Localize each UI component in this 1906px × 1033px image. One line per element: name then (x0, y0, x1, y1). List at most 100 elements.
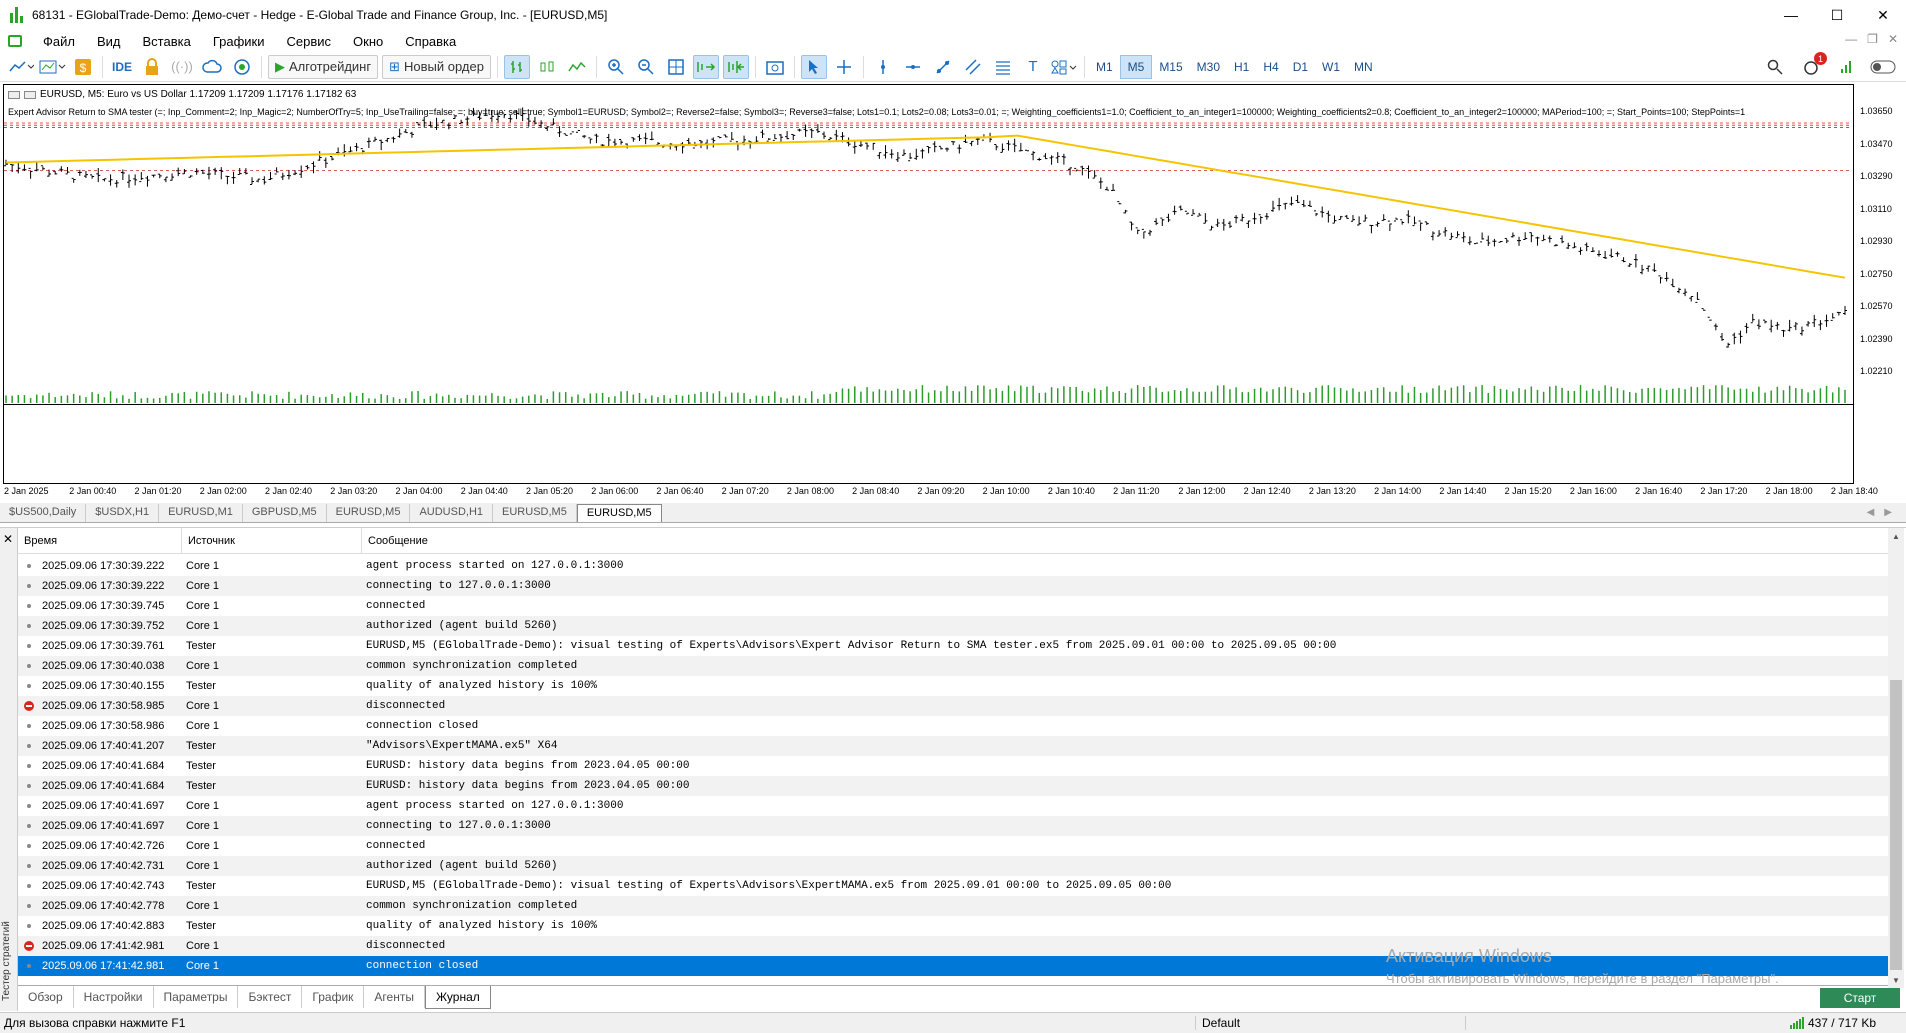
timeframe-h4[interactable]: H4 (1256, 55, 1285, 79)
chart-tab[interactable]: AUDUSD,H1 (410, 504, 494, 522)
vps-icon[interactable] (229, 55, 255, 79)
chart-menu-icon[interactable] (8, 90, 20, 99)
notifications-icon[interactable]: 1 (1798, 52, 1827, 79)
menu-window[interactable]: Окно (342, 34, 394, 49)
cloud-icon[interactable] (199, 55, 225, 79)
chart-window-icon[interactable] (8, 35, 22, 47)
chart-tab[interactable]: $US500,Daily (0, 504, 87, 522)
log-row[interactable]: 2025.09.06 17:30:39.222 Core 1 agent proce… (18, 556, 1888, 576)
scrollbar-thumb[interactable] (1890, 680, 1902, 970)
screenshot-icon[interactable] (762, 55, 788, 79)
zoom-in-icon[interactable] (603, 55, 629, 79)
tile-windows-icon[interactable] (663, 55, 689, 79)
maximize-button[interactable]: ☐ (1814, 0, 1860, 30)
timeframe-m15[interactable]: M15 (1152, 55, 1189, 79)
column-time[interactable]: Время (18, 528, 182, 553)
start-button[interactable]: Старт (1820, 988, 1900, 1008)
log-scrollbar[interactable]: ▲ ▼ (1888, 528, 1904, 988)
bar-chart-icon[interactable] (503, 54, 530, 79)
cursor-icon[interactable] (800, 54, 827, 79)
timeframe-m1[interactable]: M1 (1089, 55, 1120, 79)
chart-tab[interactable]: EURUSD,M1 (159, 504, 243, 522)
menu-charts[interactable]: Графики (202, 34, 276, 49)
ide-button[interactable]: IDE (109, 55, 135, 79)
crosshair-icon[interactable] (831, 55, 857, 79)
menu-insert[interactable]: Вставка (132, 34, 202, 49)
tab-scroll-left-icon[interactable]: ◀ (1867, 507, 1875, 518)
new-order-button[interactable]: ⊞ Новый ордер (382, 54, 491, 79)
menu-view[interactable]: Вид (86, 34, 132, 49)
log-row[interactable]: 2025.09.06 17:30:39.745 Core 1 connected (18, 596, 1888, 616)
tab-scroll-right-icon[interactable]: ▶ (1884, 507, 1892, 518)
tab-inputs[interactable]: Параметры (154, 986, 239, 1008)
timeframe-m5[interactable]: M5 (1119, 54, 1153, 79)
timeframe-d1[interactable]: D1 (1286, 55, 1315, 79)
trendline-icon[interactable] (930, 55, 956, 79)
timeframe-w1[interactable]: W1 (1315, 55, 1347, 79)
log-row[interactable]: 2025.09.06 17:40:41.207 Tester "Advisors\E… (18, 736, 1888, 756)
chart-tab[interactable]: EURUSD,M5 (327, 504, 411, 522)
timeframe-mn[interactable]: MN (1347, 55, 1380, 79)
tab-agents[interactable]: Агенты (364, 986, 425, 1008)
text-tool-icon[interactable]: T (1020, 55, 1046, 79)
column-message[interactable]: Сообщение (362, 528, 1888, 553)
tab-settings[interactable]: Настройки (74, 986, 154, 1008)
signal-icon[interactable]: ((·)) (169, 55, 195, 79)
column-source[interactable]: Источник (182, 528, 362, 553)
log-row[interactable]: 2025.09.06 17:40:41.697 Core 1 agent proce… (18, 796, 1888, 816)
log-row[interactable]: 2025.09.06 17:30:40.038 Core 1 common sync… (18, 656, 1888, 676)
fibonacci-icon[interactable] (990, 55, 1016, 79)
chart-tab[interactable]: EURUSD,M5 (493, 504, 577, 522)
indicator-subwindow[interactable] (3, 404, 1854, 484)
market-icon[interactable]: $ (70, 55, 96, 79)
menu-file[interactable]: Файл (32, 34, 86, 49)
profiles-icon[interactable] (38, 55, 66, 79)
log-row[interactable]: 2025.09.06 17:40:42.883 Tester quality of … (18, 916, 1888, 936)
algotrading-button[interactable]: ▶ Алготрейдинг (268, 54, 379, 79)
log-row[interactable]: 2025.09.06 17:30:40.155 Tester quality of … (18, 676, 1888, 696)
tab-journal[interactable]: Журнал (424, 986, 491, 1009)
chart-shift-icon[interactable] (722, 54, 749, 79)
autoscroll-icon[interactable] (692, 54, 719, 79)
tab-overview[interactable]: Обзор (18, 986, 74, 1008)
scroll-up-icon[interactable]: ▲ (1888, 528, 1904, 544)
timeframe-m30[interactable]: M30 (1190, 55, 1227, 79)
mdi-close-icon[interactable]: ✕ (1888, 32, 1898, 46)
chart-tab-active[interactable]: EURUSD,M5 (576, 504, 662, 522)
menu-help[interactable]: Справка (394, 34, 467, 49)
search-icon[interactable] (1762, 55, 1788, 79)
log-row[interactable]: 2025.09.06 17:40:42.743 Tester EURUSD,M5 (… (18, 876, 1888, 896)
tab-graph[interactable]: График (302, 986, 365, 1008)
horizontal-line-icon[interactable] (900, 55, 926, 79)
candlestick-icon[interactable] (534, 55, 560, 79)
menu-tools[interactable]: Сервис (276, 34, 343, 49)
lock-icon[interactable] (139, 55, 165, 79)
log-row[interactable]: 2025.09.06 17:30:39.761 Tester EURUSD,M5 (… (18, 636, 1888, 656)
mdi-minimize-icon[interactable]: — (1845, 32, 1857, 46)
log-row[interactable]: 2025.09.06 17:40:42.726 Core 1 connected (18, 836, 1888, 856)
signal-strength-icon[interactable] (1834, 55, 1860, 79)
zoom-out-icon[interactable] (633, 55, 659, 79)
log-row[interactable]: 2025.09.06 17:30:39.752 Core 1 authorized … (18, 616, 1888, 636)
log-row[interactable]: 2025.09.06 17:30:39.222 Core 1 connecting … (18, 576, 1888, 596)
log-row[interactable]: 2025.09.06 17:40:41.684 Tester EURUSD: his… (18, 776, 1888, 796)
log-row[interactable]: 2025.09.06 17:40:41.684 Tester EURUSD: his… (18, 756, 1888, 776)
log-row[interactable]: 2025.09.06 17:30:58.985 Core 1 disconnecte… (18, 696, 1888, 716)
tab-backtest[interactable]: Бэктест (238, 986, 303, 1008)
chart-tab[interactable]: $USDX,H1 (86, 504, 160, 522)
status-profile[interactable]: Default (1196, 1016, 1466, 1030)
chart-tab[interactable]: GBPUSD,M5 (243, 504, 327, 522)
channel-icon[interactable] (960, 55, 986, 79)
mdi-restore-icon[interactable]: ❐ (1867, 32, 1878, 46)
toggle-switch[interactable] (1870, 55, 1896, 79)
line-chart-icon[interactable] (564, 55, 590, 79)
new-chart-icon[interactable] (8, 55, 34, 79)
log-row[interactable]: 2025.09.06 17:30:58.986 Core 1 connection … (18, 716, 1888, 736)
close-panel-icon[interactable]: ✕ (3, 532, 13, 546)
log-row[interactable]: 2025.09.06 17:40:41.697 Core 1 connecting … (18, 816, 1888, 836)
vertical-line-icon[interactable] (870, 55, 896, 79)
shapes-icon[interactable] (1050, 55, 1078, 79)
log-row[interactable]: 2025.09.06 17:40:42.731 Core 1 authorized … (18, 856, 1888, 876)
minimize-button[interactable]: — (1768, 0, 1814, 30)
log-row[interactable]: 2025.09.06 17:40:42.778 Core 1 common sync… (18, 896, 1888, 916)
